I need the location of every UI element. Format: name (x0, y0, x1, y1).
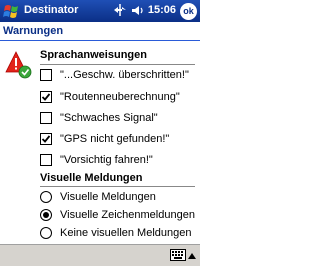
checkbox-label: "Vorsichtig fahren!" (60, 154, 153, 166)
ok-button[interactable]: ok (180, 3, 197, 20)
status-area: 15:06 (113, 3, 176, 17)
checkbox[interactable] (40, 112, 52, 124)
checkbox-route-recalculation[interactable]: "Routenneuberechnung" (40, 89, 180, 105)
start-button[interactable] (2, 2, 22, 20)
clock[interactable]: 15:06 (148, 4, 176, 16)
checkbox-speed-warning[interactable]: "...Geschw. überschritten!" (40, 67, 189, 83)
checkbox[interactable] (40, 69, 52, 81)
windows-flag-icon (3, 5, 18, 18)
page-title: Warnungen (0, 22, 200, 41)
section-divider (40, 186, 195, 187)
warning-triangle-icon (5, 51, 32, 79)
checkbox-checked[interactable] (40, 91, 52, 103)
checkbox-drive-carefully[interactable]: "Vorsichtig fahren!" (40, 152, 153, 168)
radio-no-visual-messages[interactable]: Keine visuellen Meldungen (40, 225, 191, 241)
speaker-icon[interactable] (131, 4, 144, 17)
bottom-toolbar (0, 244, 200, 266)
radio-label: Visuelle Zeichenmeldungen (60, 209, 195, 221)
triangle-up-icon[interactable] (188, 253, 196, 259)
radio-label: Keine visuellen Meldungen (60, 227, 192, 239)
app-title: Destinator (24, 4, 79, 16)
radio-label: Visuelle Meldungen (60, 191, 156, 203)
radio-button-selected[interactable] (40, 209, 52, 221)
section-divider (40, 64, 195, 65)
checkbox-label: "Routenneuberechnung" (60, 91, 180, 103)
radio-button[interactable] (40, 227, 52, 239)
checkbox-label: "GPS nicht gefunden!" (60, 133, 170, 145)
radio-button[interactable] (40, 191, 52, 203)
checkbox-gps-not-found[interactable]: "GPS nicht gefunden!" (40, 131, 169, 147)
keyboard-icon[interactable] (170, 249, 186, 261)
radio-visual-sign-messages[interactable]: Visuelle Zeichenmeldungen (40, 207, 195, 223)
title-bar: Destinator 15:06 ok (0, 0, 200, 22)
connectivity-arrows-icon[interactable] (113, 3, 127, 17)
radio-visual-messages[interactable]: Visuelle Meldungen (40, 189, 156, 205)
visual-section-title: Visuelle Meldungen (40, 172, 143, 184)
checkbox-label: "Schwaches Signal" (60, 112, 158, 124)
checkbox-checked[interactable] (40, 133, 52, 145)
checkbox-weak-signal[interactable]: "Schwaches Signal" (40, 110, 158, 126)
checkmark-icon (41, 93, 51, 101)
checkmark-icon (41, 135, 51, 143)
voice-section-title: Sprachanweisungen (40, 49, 147, 61)
checkbox-label: "...Geschw. überschritten!" (60, 69, 189, 81)
checkbox[interactable] (40, 154, 52, 166)
